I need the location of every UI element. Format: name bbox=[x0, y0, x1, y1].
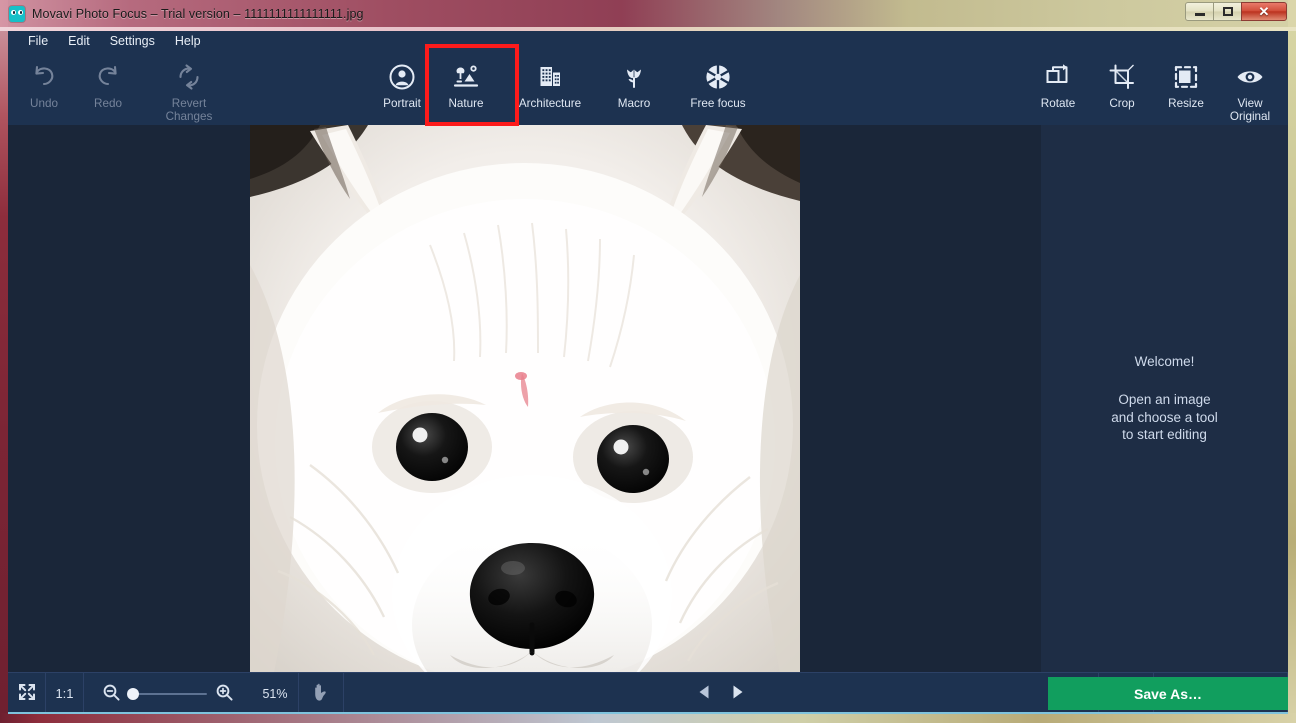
view-original-line2: Original bbox=[1229, 110, 1271, 123]
revert-changes-label: Revert Changes bbox=[166, 97, 213, 123]
effects-tool-group: Portrait Nature Architecture Macro Free … bbox=[370, 52, 770, 125]
prev-triangle-icon[interactable] bbox=[697, 684, 712, 703]
zoom-control-group bbox=[84, 673, 252, 714]
minimize-icon bbox=[1194, 13, 1205, 16]
close-button[interactable]: ✕ bbox=[1241, 2, 1287, 21]
undo-button[interactable]: Undo bbox=[12, 52, 76, 125]
tool-portrait-label: Portrait bbox=[383, 97, 421, 110]
tool-rotate-label: Rotate bbox=[1040, 97, 1076, 110]
minimize-button[interactable] bbox=[1185, 2, 1214, 21]
pan-tool-button[interactable] bbox=[299, 673, 343, 714]
tree-mountain-icon bbox=[451, 62, 481, 92]
revert-line1: Revert bbox=[171, 97, 207, 110]
zoom-slider-knob[interactable] bbox=[127, 687, 139, 700]
tool-macro-label: Macro bbox=[617, 97, 651, 110]
history-tool-group: Undo Redo Revert Changes bbox=[12, 52, 238, 125]
undo-label: Undo bbox=[30, 97, 58, 110]
main-toolbar: Undo Redo Revert Changes Portrait Nature… bbox=[8, 52, 1288, 125]
menu-item-help[interactable]: Help bbox=[165, 33, 211, 50]
welcome-message: Welcome! Open an image and choose a tool… bbox=[1111, 354, 1218, 444]
window-border-right bbox=[1288, 0, 1296, 723]
application-window: Movavi Photo Focus – Trial version – 111… bbox=[0, 0, 1296, 723]
photo-preview[interactable] bbox=[250, 125, 800, 673]
welcome-line-2: and choose a tool bbox=[1111, 409, 1218, 425]
next-triangle-icon[interactable] bbox=[730, 684, 745, 703]
tool-free-focus[interactable]: Free focus bbox=[666, 52, 770, 125]
redo-label: Redo bbox=[94, 97, 122, 110]
window-border-bottom bbox=[0, 713, 1296, 723]
menu-item-file[interactable]: File bbox=[18, 33, 58, 50]
window-border-left bbox=[0, 0, 8, 723]
tool-resize[interactable]: Resize bbox=[1154, 52, 1218, 125]
welcome-line-3: to start editing bbox=[1122, 427, 1207, 443]
save-as-button[interactable]: Save As… bbox=[1048, 677, 1288, 710]
tool-portrait[interactable]: Portrait bbox=[370, 52, 434, 125]
zoom-out-icon[interactable] bbox=[103, 684, 120, 704]
tool-resize-label: Resize bbox=[1168, 97, 1204, 110]
right-side-panel: Welcome! Open an image and choose a tool… bbox=[1041, 125, 1288, 673]
zoom-slider[interactable] bbox=[127, 687, 207, 701]
title-bar-underline bbox=[0, 27, 1296, 31]
zoom-percent-label: 51% bbox=[262, 686, 288, 701]
maximize-icon bbox=[1222, 7, 1233, 16]
buildings-icon bbox=[536, 62, 564, 92]
tulip-flower-icon bbox=[620, 62, 648, 92]
welcome-line-1: Open an image bbox=[1118, 392, 1211, 408]
redo-button[interactable]: Redo bbox=[76, 52, 140, 125]
dog-photo bbox=[250, 125, 800, 673]
tool-rotate[interactable]: Rotate bbox=[1026, 52, 1090, 125]
rotate-icon bbox=[1044, 62, 1072, 92]
actual-size-button[interactable]: 1:1 bbox=[46, 673, 83, 714]
tool-macro[interactable]: Macro bbox=[602, 52, 666, 125]
image-canvas[interactable] bbox=[8, 125, 1041, 673]
owl-icon bbox=[9, 5, 25, 22]
tool-architecture[interactable]: Architecture bbox=[498, 52, 602, 125]
tool-architecture-label: Architecture bbox=[518, 97, 582, 110]
transform-tool-group: Rotate Crop Resize View Original bbox=[1026, 52, 1282, 125]
title-bar[interactable]: Movavi Photo Focus – Trial version – 111… bbox=[0, 0, 1296, 27]
fit-to-screen-button[interactable] bbox=[8, 673, 45, 714]
window-title: Movavi Photo Focus – Trial version – 111… bbox=[32, 6, 364, 21]
tool-nature-label: Nature bbox=[448, 97, 484, 110]
person-circle-icon bbox=[388, 62, 416, 92]
tool-crop-label: Crop bbox=[1109, 97, 1135, 110]
revert-circular-arrows-icon bbox=[175, 62, 203, 92]
welcome-title: Welcome! bbox=[1134, 354, 1195, 370]
undo-arrow-icon bbox=[30, 62, 58, 92]
crop-icon bbox=[1108, 62, 1136, 92]
window-controls: ✕ bbox=[1185, 2, 1287, 21]
maximize-button[interactable] bbox=[1213, 2, 1242, 21]
tool-nature[interactable]: Nature bbox=[434, 52, 498, 125]
resize-icon bbox=[1172, 62, 1200, 92]
zoom-in-icon[interactable] bbox=[216, 684, 233, 704]
hand-pan-icon bbox=[311, 681, 331, 706]
view-original-line1: View bbox=[1237, 97, 1263, 110]
tool-crop[interactable]: Crop bbox=[1090, 52, 1154, 125]
bottom-bar-divider bbox=[8, 672, 1288, 673]
zoom-slider-track bbox=[129, 692, 207, 695]
fit-to-screen-icon bbox=[17, 682, 37, 705]
tool-view-original-label: View Original bbox=[1230, 97, 1270, 123]
tool-view-original[interactable]: View Original bbox=[1218, 52, 1282, 125]
eye-icon bbox=[1235, 62, 1265, 92]
menu-bar: File Edit Settings Help bbox=[8, 31, 1288, 52]
bottom-highlight-line bbox=[8, 712, 1288, 714]
revert-changes-button[interactable]: Revert Changes bbox=[140, 52, 238, 125]
tool-free-focus-label: Free focus bbox=[690, 97, 746, 110]
revert-line2: Changes bbox=[165, 110, 213, 123]
menu-item-edit[interactable]: Edit bbox=[58, 33, 100, 50]
redo-arrow-icon bbox=[94, 62, 122, 92]
image-navigation-group bbox=[344, 673, 1098, 714]
aperture-icon bbox=[704, 62, 732, 92]
menu-item-settings[interactable]: Settings bbox=[100, 33, 165, 50]
